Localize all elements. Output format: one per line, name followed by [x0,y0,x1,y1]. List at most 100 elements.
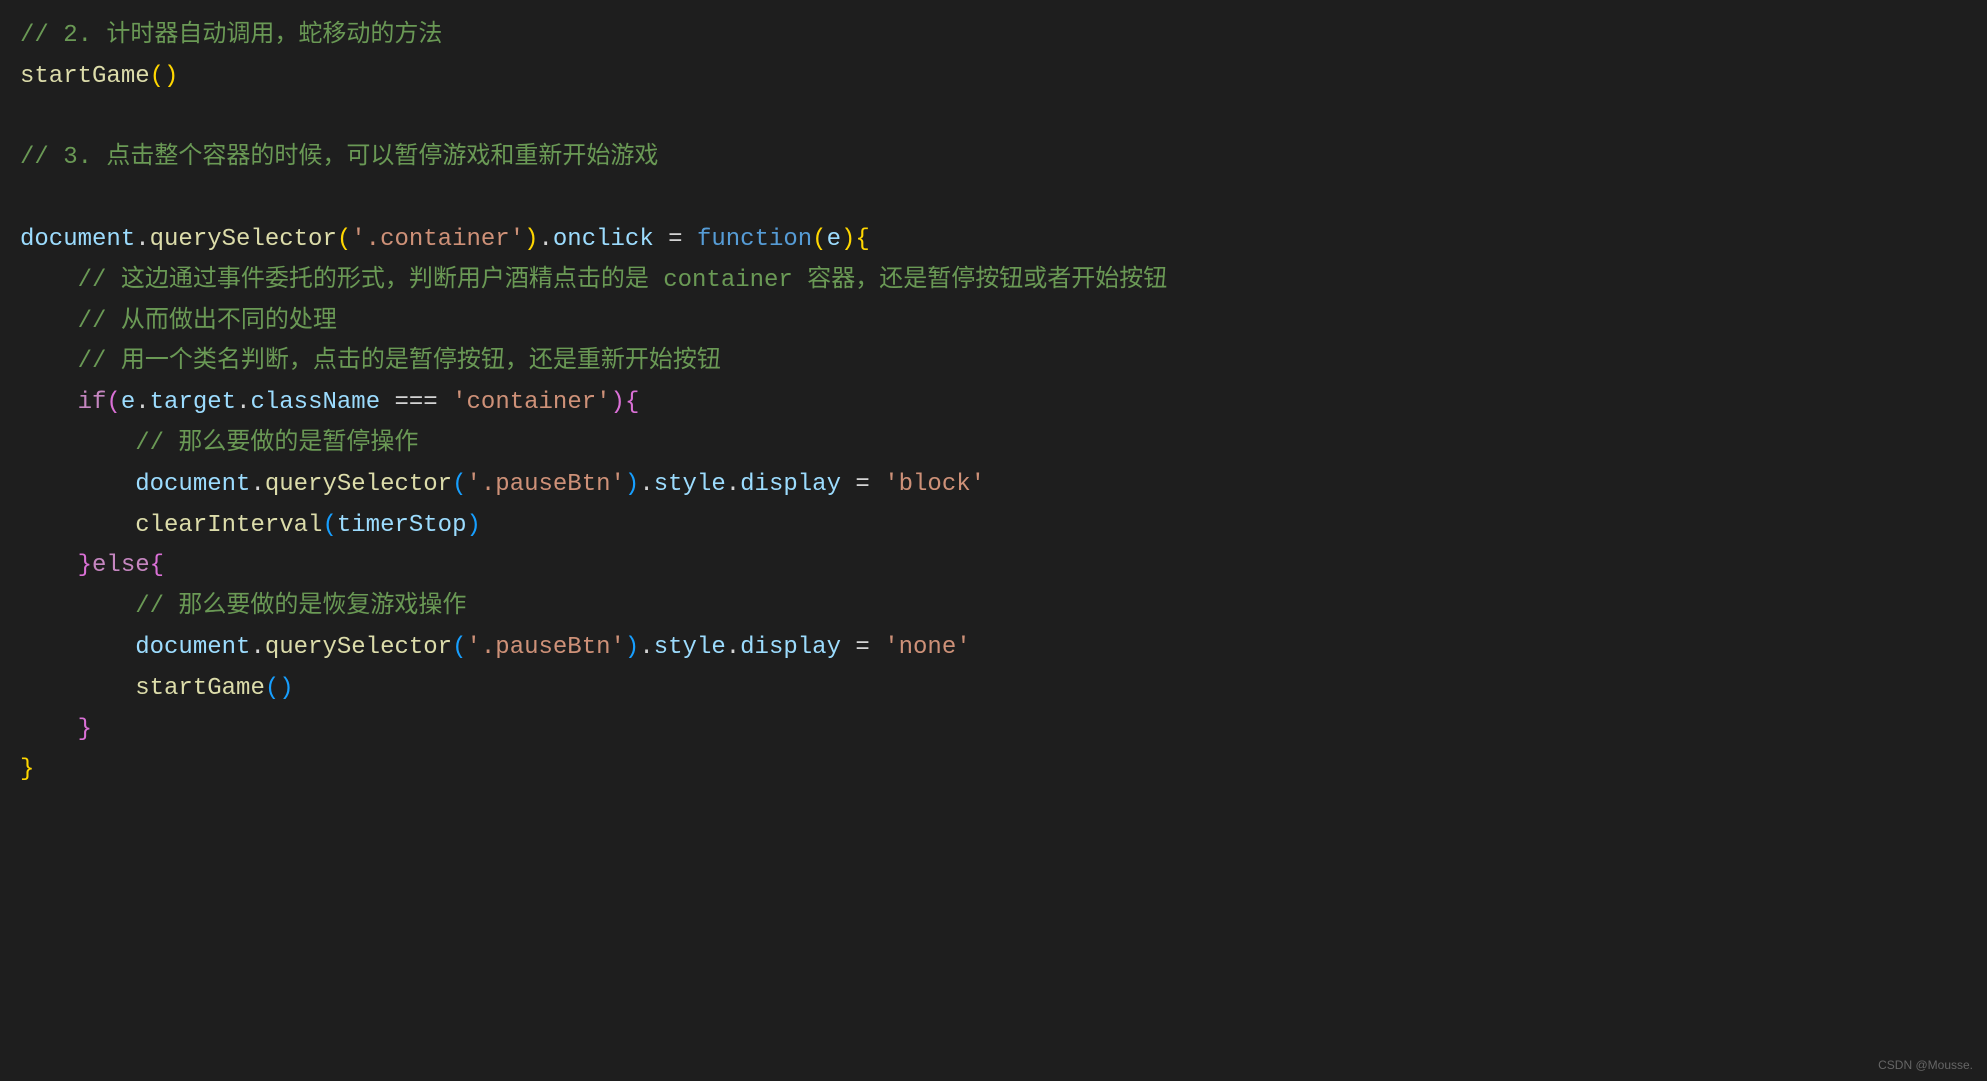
token-dot: . [639,634,653,661]
indent [20,430,135,457]
token-fn-call: querySelector [265,471,452,498]
code-line[interactable]: startGame() [20,57,1987,98]
code-editor[interactable]: // 2. 计时器自动调用，蛇移动的方法startGame() // 3. 点击… [0,16,1987,791]
token-property: onclick [553,226,654,253]
token-comment: // 从而做出不同的处理 [78,308,337,335]
token-paren-blue: ( [452,634,466,661]
token-property: e [827,226,841,253]
watermark: CSDN @Mousse. [1878,1055,1973,1075]
token-fn-call: querySelector [265,634,452,661]
token-property: style [654,634,726,661]
token-property: target [150,389,236,416]
token-dot: . [135,226,149,253]
token-dot: . [726,634,740,661]
token-fn-call: querySelector [150,226,337,253]
token-variable: document [135,634,250,661]
code-line[interactable]: }else{ [20,546,1987,587]
token-operator: = [841,471,884,498]
token-paren-yellow: ( [150,63,164,90]
indent [20,267,78,294]
token-dot: . [726,471,740,498]
indent [20,675,135,702]
token-string: 'block' [884,471,985,498]
token-brace-purple: } [78,716,92,743]
token-dot: . [250,634,264,661]
token-paren-blue: ( [452,471,466,498]
token-paren-yellow: ( [812,226,826,253]
token-keyword-pink: if [78,389,107,416]
token-property: style [654,471,726,498]
code-line[interactable]: document.querySelector('.pauseBtn').styl… [20,628,1987,669]
token-comment: // 3. 点击整个容器的时候，可以暂停游戏和重新开始游戏 [20,144,658,171]
token-operator: = [654,226,697,253]
code-line[interactable]: // 用一个类名判断，点击的是暂停按钮，还是重新开始按钮 [20,342,1987,383]
code-line[interactable]: // 从而做出不同的处理 [20,302,1987,343]
code-line[interactable] [20,179,1987,220]
token-paren-blue: ( [265,675,279,702]
token-paren-yellow: ) [841,226,855,253]
token-dot: . [250,471,264,498]
code-line[interactable]: // 那么要做的是暂停操作 [20,424,1987,465]
token-paren-purple: ) [611,389,625,416]
token-paren-blue: ( [322,512,336,539]
token-brace-purple: { [625,389,639,416]
token-dot: . [236,389,250,416]
code-line[interactable]: startGame() [20,669,1987,710]
token-string: '.pauseBtn' [466,634,624,661]
code-line[interactable]: document.querySelector('.container').onc… [20,220,1987,261]
code-line[interactable]: // 2. 计时器自动调用，蛇移动的方法 [20,16,1987,57]
indent [20,512,135,539]
token-variable: document [135,471,250,498]
token-paren-yellow: ( [337,226,351,253]
code-line[interactable]: clearInterval(timerStop) [20,506,1987,547]
token-brace-yellow: } [20,756,34,783]
token-dot: . [135,389,149,416]
token-operator: = [841,634,884,661]
token-operator: === [380,389,452,416]
token-brace-purple: { [150,552,164,579]
indent [20,471,135,498]
token-comment: // 2. 计时器自动调用，蛇移动的方法 [20,22,442,49]
token-string: 'none' [884,634,970,661]
token-dot: . [639,471,653,498]
code-line[interactable]: // 那么要做的是恢复游戏操作 [20,587,1987,628]
token-fn-call: startGame [135,675,265,702]
token-comment: // 那么要做的是恢复游戏操作 [135,593,466,620]
token-string: '.container' [351,226,524,253]
code-line[interactable]: if(e.target.className === 'container'){ [20,383,1987,424]
token-property: timerStop [337,512,467,539]
token-string: 'container' [452,389,610,416]
code-line[interactable]: // 这边通过事件委托的形式，判断用户酒精点击的是 container 容器，还… [20,261,1987,302]
indent [20,716,78,743]
code-line[interactable]: document.querySelector('.pauseBtn').styl… [20,465,1987,506]
indent [20,593,135,620]
token-fn-call: clearInterval [135,512,322,539]
token-property: className [250,389,380,416]
token-variable: document [20,226,135,253]
token-comment: // 那么要做的是暂停操作 [135,430,418,457]
indent [20,348,78,375]
token-string: '.pauseBtn' [466,471,624,498]
token-paren-purple: ( [106,389,120,416]
token-property: display [740,634,841,661]
token-fn-call: startGame [20,63,150,90]
token-brace-purple: } [78,552,92,579]
token-keyword-pink: else [92,552,150,579]
token-paren-blue: ) [625,471,639,498]
code-line[interactable]: } [20,750,1987,791]
token-comment: // 用一个类名判断，点击的是暂停按钮，还是重新开始按钮 [78,348,721,375]
code-line[interactable] [20,98,1987,139]
token-keyword-blue: function [697,226,812,253]
indent [20,308,78,335]
indent [20,634,135,661]
token-paren-blue: ) [279,675,293,702]
token-paren-blue: ) [466,512,480,539]
code-line[interactable]: // 3. 点击整个容器的时候，可以暂停游戏和重新开始游戏 [20,138,1987,179]
token-property: e [121,389,135,416]
token-brace-yellow: { [855,226,869,253]
indent [20,552,78,579]
code-line[interactable]: } [20,710,1987,751]
token-comment: // 这边通过事件委托的形式，判断用户酒精点击的是 container 容器，还… [78,267,1168,294]
indent [20,389,78,416]
token-paren-yellow: ) [524,226,538,253]
